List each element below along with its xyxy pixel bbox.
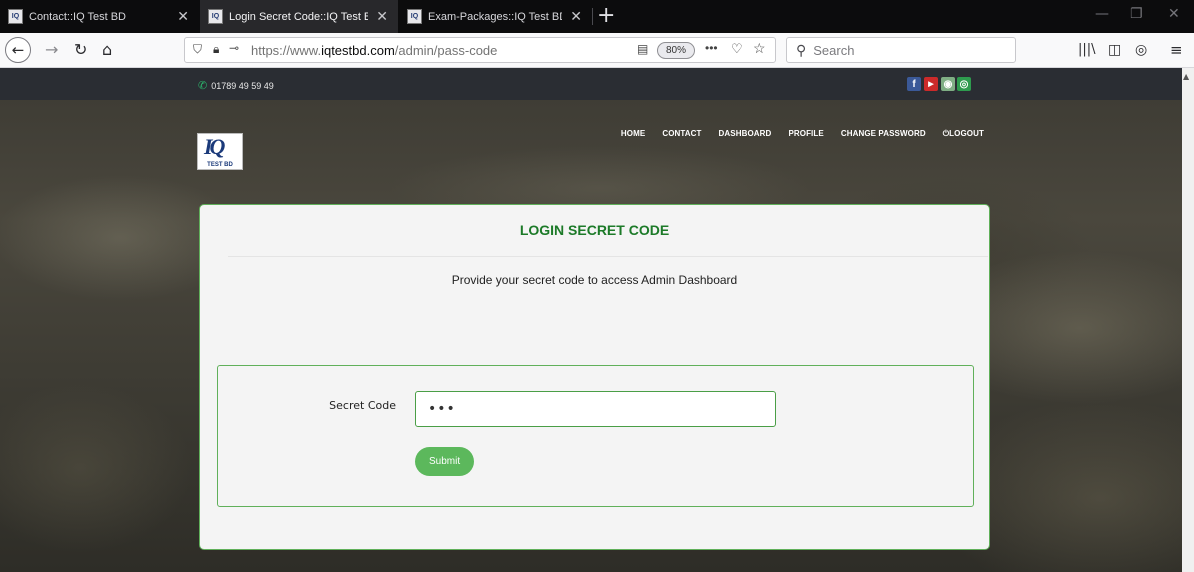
tracking-shield-icon[interactable]: ⛉ (193, 42, 202, 57)
secret-code-input[interactable] (415, 391, 776, 427)
sidebar-icon[interactable]: ◫ (1108, 39, 1121, 61)
youtube-icon[interactable]: ▶ (924, 77, 938, 91)
tab-contact[interactable]: IQ Contact::IQ Test BD ✕ (0, 0, 199, 33)
logo-text: TEST BD (207, 162, 233, 168)
home-icon[interactable]: ⌂ (102, 39, 112, 61)
login-secret-code-card: LOGIN SECRET CODE Provide your secret co… (199, 204, 990, 550)
tab-title: Exam-Packages::IQ Test BD (428, 10, 563, 23)
phone-contact: ✆ 01789 49 59 49 (198, 79, 274, 92)
main-navigation: HOME CONTACT DASHBOARD PROFILE CHANGE PA… (621, 129, 984, 139)
window-close-icon[interactable]: ✕ (1168, 6, 1180, 22)
submit-button[interactable]: Submit (415, 447, 475, 476)
nav-contact[interactable]: CONTACT (662, 129, 701, 139)
back-arrow-icon[interactable]: ← (5, 37, 31, 63)
lock-icon[interactable]: 🔒︎ (213, 42, 219, 57)
tab-separator (592, 8, 593, 25)
site-favicon-icon: IQ (407, 9, 422, 24)
card-subtitle: Provide your secret code to access Admin… (451, 273, 738, 287)
key-icon[interactable]: ⊸ (229, 41, 239, 55)
close-tab-icon[interactable]: ✕ (177, 8, 189, 25)
tab-login-secret-code[interactable]: IQ Login Secret Code::IQ Test BD ✕ (200, 0, 398, 33)
new-tab-button[interactable]: + (597, 3, 615, 29)
nav-logout-label: LOGOUT (949, 129, 984, 138)
page-actions-icon[interactable]: ••• (705, 41, 718, 55)
secret-code-label: Secret Code (329, 399, 396, 412)
restore-icon[interactable]: ❐ (1130, 6, 1143, 22)
bookmark-star-icon[interactable]: ☆ (753, 40, 766, 57)
forward-arrow-icon[interactable]: → (45, 39, 58, 61)
scroll-up-arrow-icon[interactable]: ▲ (1183, 72, 1189, 81)
search-box[interactable]: ⚲ Search (786, 37, 1016, 63)
menu-icon[interactable]: ≡ (1170, 39, 1183, 61)
phone-number: 01789 49 59 49 (211, 80, 274, 91)
site-logo[interactable]: IQ TEST BD (197, 133, 243, 170)
nav-change-password[interactable]: CHANGE PASSWORD (841, 129, 926, 139)
close-tab-icon[interactable]: ✕ (570, 8, 582, 25)
phone-icon: ✆ (198, 80, 208, 92)
web-icon[interactable]: ◎ (957, 77, 971, 91)
app-icon[interactable]: ◉ (941, 77, 955, 91)
library-icon[interactable]: |||\ (1078, 39, 1096, 61)
nav-logout[interactable]: ⏻LOGOUT (943, 129, 984, 139)
site-favicon-icon: IQ (8, 9, 23, 24)
secret-code-form: Secret Code Submit (217, 365, 974, 507)
search-icon: ⚲ (796, 41, 807, 58)
pocket-icon[interactable]: ♡ (731, 41, 743, 57)
site-top-bar: ✆ 01789 49 59 49 f ▶ ◉ ◎ (0, 68, 1182, 100)
page-scrollbar[interactable] (1182, 68, 1194, 572)
nav-dashboard[interactable]: DASHBOARD (719, 129, 772, 139)
page-content: ✆ 01789 49 59 49 f ▶ ◉ ◎ IQ TEST BD HOME… (0, 68, 1182, 572)
facebook-icon[interactable]: f (907, 77, 921, 91)
nav-profile[interactable]: PROFILE (788, 129, 823, 139)
url-text: https://www.iqtestbd.com/admin/pass-code (251, 43, 497, 58)
navigation-toolbar: ← → ↻ ⌂ ⛉ 🔒︎ ⊸ https://www.iqtestbd.com/… (0, 33, 1194, 68)
logo-mark: IQ (204, 134, 226, 159)
reader-view-icon[interactable]: ▤ (637, 42, 648, 56)
site-favicon-icon: IQ (208, 9, 223, 24)
card-title: LOGIN SECRET CODE (519, 222, 670, 238)
nav-home[interactable]: HOME (621, 129, 645, 139)
minimize-icon[interactable]: — (1095, 6, 1109, 22)
address-bar[interactable]: ⛉ 🔒︎ ⊸ https://www.iqtestbd.com/admin/pa… (184, 37, 776, 63)
tab-exam-packages[interactable]: IQ Exam-Packages::IQ Test BD ✕ (399, 0, 592, 33)
tab-strip: IQ Contact::IQ Test BD ✕ IQ Login Secret… (0, 0, 1194, 33)
close-tab-icon[interactable]: ✕ (376, 8, 388, 25)
url-scheme: https://www. (251, 43, 322, 58)
zoom-level-badge[interactable]: 80% (657, 42, 696, 59)
reload-icon[interactable]: ↻ (74, 39, 87, 61)
url-path: /admin/pass-code (394, 43, 498, 58)
card-divider (228, 256, 988, 257)
account-icon[interactable]: ◎ (1135, 39, 1147, 61)
url-domain: iqtestbd.com (321, 43, 395, 58)
tab-title: Login Secret Code::IQ Test BD (229, 10, 369, 23)
tab-title: Contact::IQ Test BD (29, 10, 127, 23)
search-placeholder: Search (813, 42, 855, 58)
